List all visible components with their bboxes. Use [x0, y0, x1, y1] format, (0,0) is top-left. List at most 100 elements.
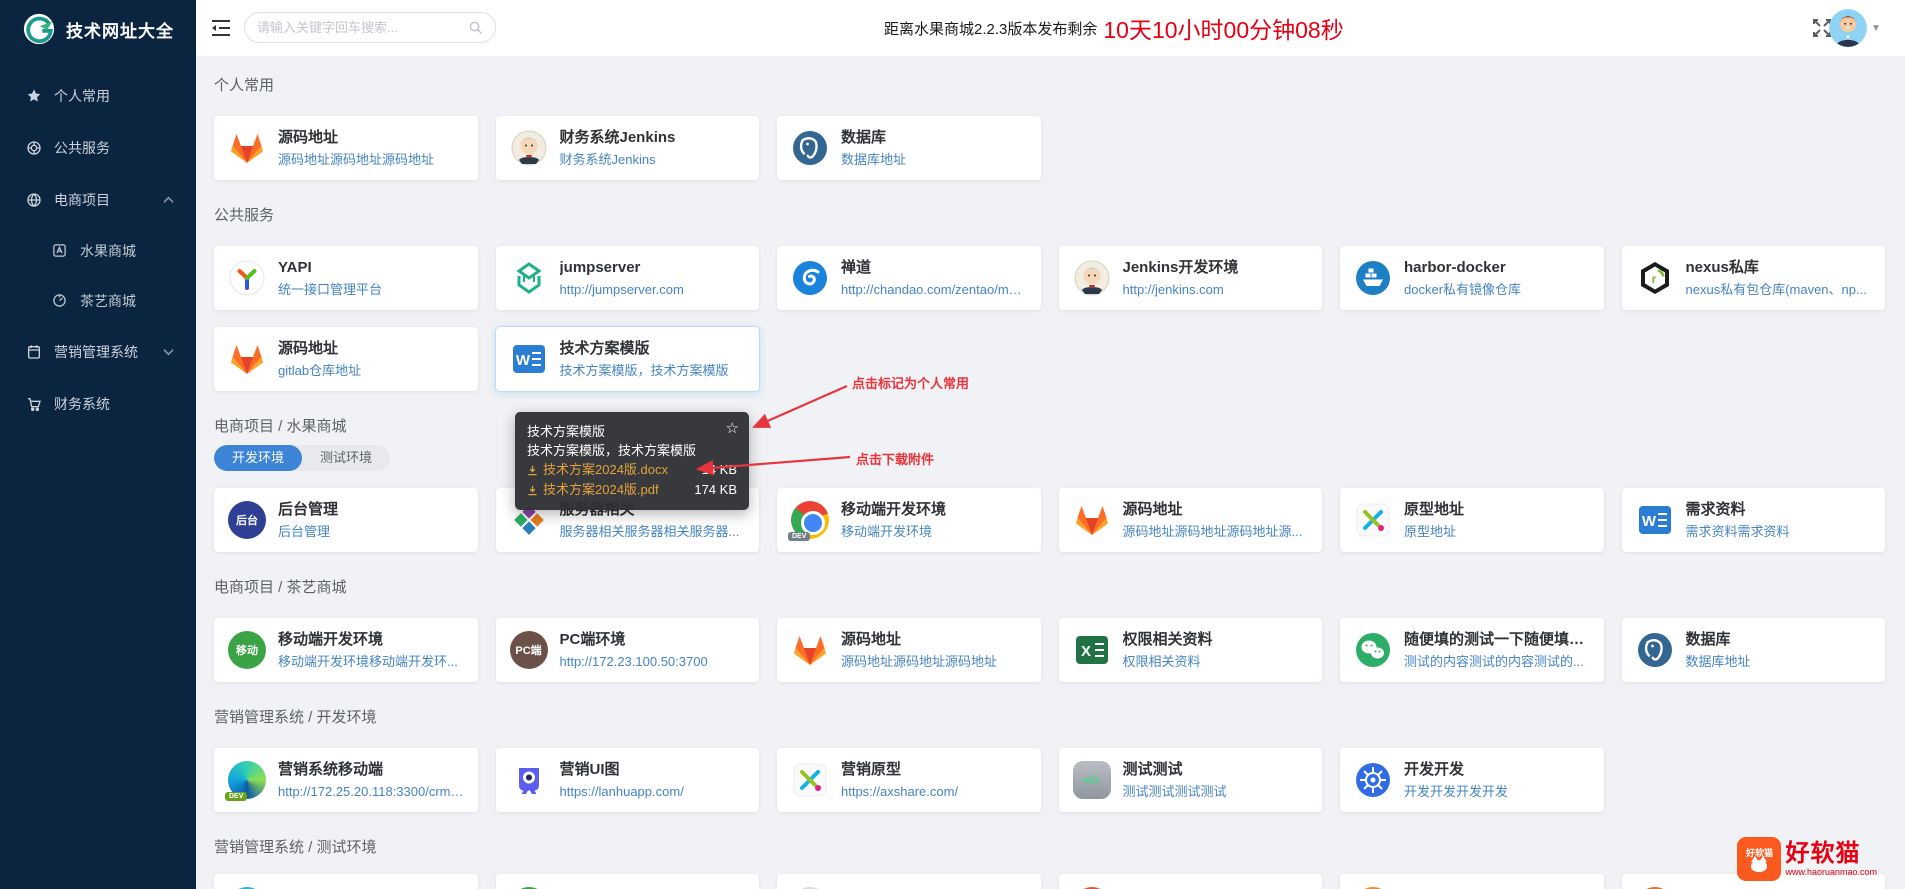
link-card[interactable]: </>测试测试测试测试测试测试 [1059, 748, 1323, 812]
card-subtitle: 财务系统Jenkins [560, 150, 746, 169]
card-subtitle: http://chandao.com/zentao/my.... [841, 280, 1027, 299]
link-card[interactable]: rnexus私库nexus私有包仓库(maven、np... [1622, 246, 1886, 310]
link-card[interactable]: 数据库数据库地址 [777, 116, 1041, 180]
link-card[interactable]: 数据库数据库地址 [1622, 618, 1886, 682]
link-card[interactable]: 营销移动端环境地址 [496, 874, 760, 889]
app-logo-icon [22, 12, 56, 46]
card-text: 移动端开发环境移动端开发环境 [841, 500, 1027, 541]
link-card[interactable]: W技术方案模版技术方案模版，技术方案模版 [496, 327, 760, 391]
card-text: 开发开发开发开发开发开发 [1404, 760, 1590, 801]
link-card[interactable]: 源码地址源码地址源码地址源码地址 [777, 618, 1041, 682]
sidebar-item-personal-favorites[interactable]: 个人常用 [0, 70, 196, 122]
link-card[interactable]: harbor-dockerdocker私有镜像仓库 [1340, 246, 1604, 310]
translate-icon [52, 243, 68, 259]
card-title: 营销原型 [841, 760, 1027, 780]
badge-icon: 后台 [228, 501, 266, 539]
search-input[interactable] [257, 20, 468, 35]
link-card[interactable]: W需求资料需求资料需求资料 [1622, 488, 1886, 552]
card-title: 移动端开发环境 [278, 630, 464, 650]
link-card[interactable]: X权限相关资料权限相关资料 [1059, 618, 1323, 682]
menu-collapse-icon[interactable] [210, 18, 232, 38]
section-heading: 电商项目 / 水果商城 [214, 417, 1885, 437]
link-card[interactable]: Email地址 [1059, 874, 1323, 889]
svg-text:r: r [1651, 272, 1656, 286]
tooltip-title: 技术方案模版 [527, 422, 737, 441]
link-card[interactable]: 营销系统移动端2环境 [214, 874, 478, 889]
attachment-name: 技术方案2024版.pdf [543, 480, 659, 500]
card-title: jumpserver [560, 258, 746, 278]
link-card[interactable]: 财务系统Jenkins财务系统Jenkins [496, 116, 760, 180]
avatar [1829, 9, 1867, 47]
sidebar-item-label: 茶艺商城 [80, 291, 136, 311]
link-card[interactable]: jumpserverhttp://jumpserver.com [496, 246, 760, 310]
link-card[interactable]: 接口文档 [777, 874, 1041, 889]
card-subtitle: 技术方案模版，技术方案模版 [560, 361, 746, 380]
link-card[interactable]: 原型地址原型地址 [1340, 488, 1604, 552]
watermark: 好软猫 好软猫 www.haoruanmao.com [1737, 837, 1877, 881]
link-card[interactable]: 随便填的测试一下随便填的...测试的内容测试的内容测试的... [1340, 618, 1604, 682]
sidebar-item-tea-mall[interactable]: 茶艺商城 [0, 276, 196, 326]
link-card[interactable]: YAPI统一接口管理平台 [214, 246, 478, 310]
card-text: Jenkins开发环境http://jenkins.com [1123, 258, 1309, 299]
link-card[interactable]: DEV移动端开发环境移动端开发环境 [777, 488, 1041, 552]
word-icon: W [510, 340, 548, 378]
card-text: 源码地址源码地址源码地址源码地址 [278, 128, 464, 169]
word-icon: W [1636, 501, 1674, 539]
link-card[interactable]: 营销UI图https://lanhuapp.com/ [496, 748, 760, 812]
gauge-icon [52, 293, 68, 309]
card-subtitle: 统一接口管理平台 [278, 280, 464, 299]
countdown-value: 10天10小时00分钟08秒 [1103, 11, 1343, 45]
card-subtitle: http://172.25.20.118:3300/crm/... [278, 782, 464, 801]
sidebar-item-ecommerce-projects[interactable]: 电商项目 [0, 174, 196, 226]
card-text: 营销系统移动端http://172.25.20.118:3300/crm/... [278, 760, 464, 801]
sidebar-item-public-services[interactable]: 公共服务 [0, 122, 196, 174]
card-title: 数据库 [1686, 630, 1872, 650]
card-title: PC端环境 [560, 630, 746, 650]
release-countdown: 距离水果商城2.2.3版本发布剩余 10天10小时00分钟08秒 [884, 0, 1344, 56]
card-subtitle: 原型地址 [1404, 522, 1590, 541]
link-card[interactable]: 源码地址源码地址源码地址源码地址源... [1059, 488, 1323, 552]
card-subtitle: 源码地址源码地址源码地址 [278, 150, 464, 169]
link-card[interactable]: 后台后台管理后台管理 [214, 488, 478, 552]
card-subtitle: http://172.23.100.50:3700 [560, 652, 746, 671]
user-menu[interactable]: ▼ [1829, 9, 1881, 47]
countdown-prefix: 距离水果商城2.2.3版本发布剩余 [884, 18, 1097, 39]
card-text: PC端环境 http://172.23.100.50:3700 [560, 630, 746, 671]
tab-dev-env[interactable]: 开发环境 [214, 445, 302, 471]
link-card[interactable]: PC端PC端环境http://172.23.100.50:3700 [496, 618, 760, 682]
link-card[interactable]: DEV营销系统移动端http://172.25.20.118:3300/crm/… [214, 748, 478, 812]
sidebar-item-marketing-system[interactable]: 营销管理系统 [0, 326, 196, 378]
link-card[interactable]: 移动移动端开发环境移动端开发环境移动端开发环... [214, 618, 478, 682]
link-card[interactable]: 禅道http://chandao.com/zentao/my.... [777, 246, 1041, 310]
card-text: 源码地址gitlab仓库地址 [278, 339, 464, 380]
badge-icon: 移动 [228, 631, 266, 669]
search-icon [468, 20, 483, 35]
attachment-pdf[interactable]: 技术方案2024版.pdf 174 KB [527, 480, 737, 500]
card-title: 开发开发 [1404, 760, 1590, 780]
section-heading: 公共服务 [214, 206, 1885, 226]
download-icon [527, 465, 538, 476]
link-card[interactable]: Jenkins开发环境http://jenkins.com [1059, 246, 1323, 310]
sidebar: 技术网址大全 个人常用公共服务电商项目水果商城茶艺商城营销管理系统财务系统 [0, 0, 196, 889]
card-subtitle: 源码地址源码地址源码地址源... [1123, 522, 1309, 541]
link-card[interactable]: 营销原型https://axshare.com/ [777, 748, 1041, 812]
sidebar-item-fruit-mall[interactable]: 水果商城 [0, 226, 196, 276]
card-text: YAPI统一接口管理平台 [278, 258, 464, 299]
jenkins-icon [1073, 259, 1111, 297]
link-card[interactable]: 源码地址源码地址源码地址源码地址 [214, 116, 478, 180]
chevron-down-icon: ▼ [1871, 23, 1881, 34]
card-subtitle: 需求资料需求资料 [1686, 522, 1872, 541]
sidebar-submenu: 水果商城茶艺商城 [0, 226, 196, 326]
tab-test-env[interactable]: 测试环境 [302, 445, 390, 471]
card-title: 测试测试 [1123, 760, 1309, 780]
card-title: 随便填的测试一下随便填的... [1404, 630, 1590, 650]
svg-text:W: W [515, 352, 530, 369]
link-card[interactable]: 源码地址gitlab仓库地址 [214, 327, 478, 391]
attachment-docx[interactable]: 技术方案2024版.docx 14 KB [527, 460, 737, 480]
favorite-star-icon[interactable]: ☆ [726, 419, 739, 437]
card-text: 源码地址源码地址源码地址源码地址 [841, 630, 1027, 671]
sidebar-item-finance-system[interactable]: 财务系统 [0, 378, 196, 430]
jumpserver-icon [510, 259, 548, 297]
link-card[interactable]: BuildKit地址 [1340, 874, 1604, 889]
link-card[interactable]: 开发开发开发开发开发开发 [1340, 748, 1604, 812]
